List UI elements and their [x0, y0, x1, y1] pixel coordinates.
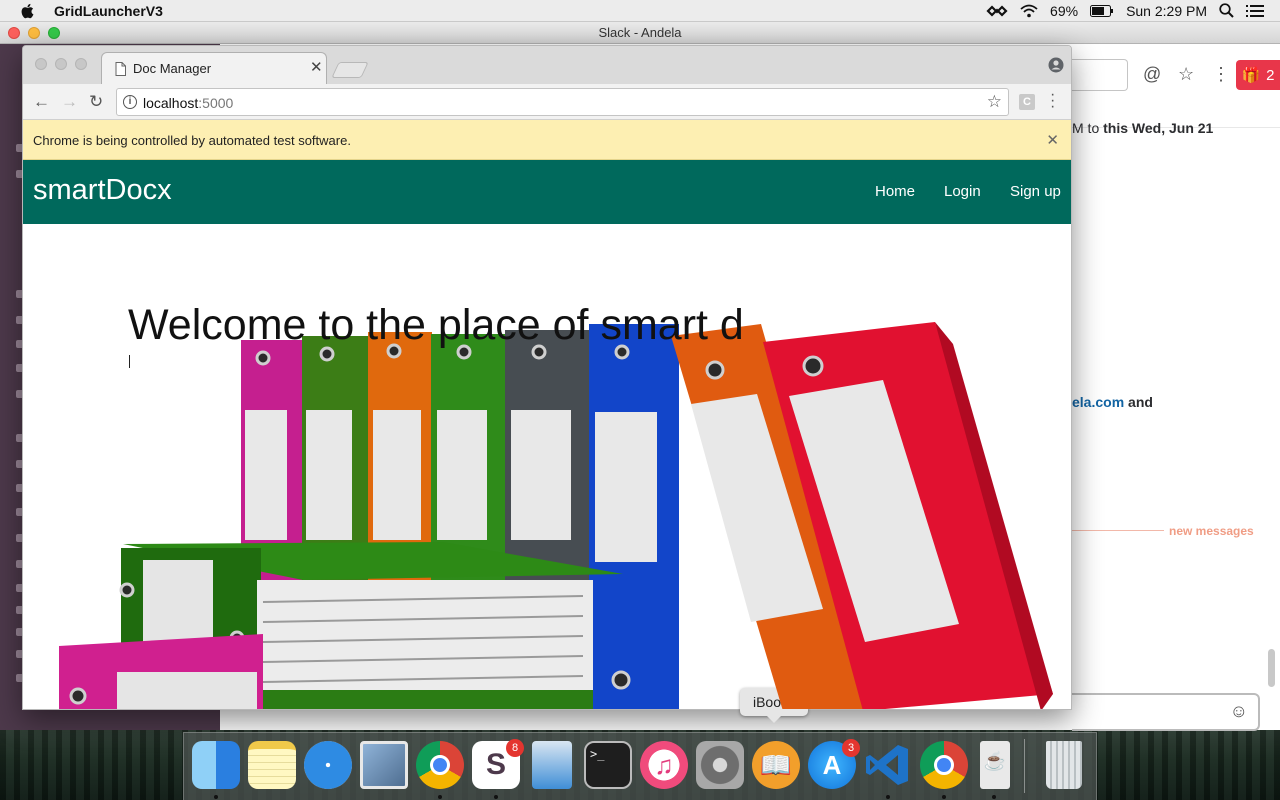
dock: S 8 >_ ♫ 📖 A 3 ☕	[183, 732, 1097, 800]
emoji-icon[interactable]: ☺	[1230, 701, 1248, 722]
message-text-prefix: M to	[1072, 120, 1100, 136]
message-link-text: ela.com and	[1072, 394, 1153, 410]
chrome-menu-icon[interactable]: · · ·	[1050, 87, 1055, 115]
nav-home-link[interactable]: Home	[875, 183, 915, 200]
app-navbar: smartDocx Home Login Sign up	[23, 160, 1071, 224]
gridlauncher-status-icon[interactable]	[986, 4, 1008, 18]
spotlight-search-icon[interactable]	[1219, 3, 1234, 18]
gift-count: 2	[1266, 66, 1275, 84]
hero-section: Welcome to the place of smart d	[23, 224, 1071, 709]
close-window-button[interactable]	[8, 27, 20, 39]
vscode-icon	[866, 745, 908, 785]
dock-running-indicator	[992, 795, 996, 799]
reload-icon[interactable]: ↻	[89, 92, 103, 112]
dock-notes-icon[interactable]	[248, 741, 296, 789]
url-port: :5000	[198, 95, 234, 111]
text-cursor	[129, 355, 130, 368]
nav-signup-link[interactable]: Sign up	[1010, 183, 1061, 200]
active-app-name[interactable]: GridLauncherV3	[54, 3, 163, 19]
minimize-window-button[interactable]	[28, 27, 40, 39]
message-input[interactable]: ☺	[1072, 693, 1260, 731]
new-tab-button[interactable]	[331, 62, 369, 78]
slack-search-input[interactable]	[1072, 59, 1128, 91]
back-icon[interactable]: ←	[33, 92, 50, 112]
wifi-icon[interactable]	[1020, 4, 1038, 18]
chrome-minimize-button[interactable]	[55, 58, 67, 70]
bookmark-star-icon[interactable]: ☆	[987, 92, 1002, 112]
dock-itunes-icon[interactable]: ♫	[640, 741, 688, 789]
chrome-close-button[interactable]	[35, 58, 47, 70]
dock-keynote-icon[interactable]	[532, 741, 572, 789]
browser-toolbar: ← → ↻ i localhost:5000 ☆ C · · ·	[23, 84, 1071, 120]
dock-running-indicator	[942, 795, 946, 799]
dock-java-icon[interactable]: ☕	[980, 741, 1010, 789]
hero-headline: Welcome to the place of smart d	[128, 301, 744, 349]
dock-ibooks-icon[interactable]: 📖	[752, 741, 800, 789]
new-messages-label: new messages	[1169, 524, 1254, 538]
slack-titlebar: Slack - Andela	[0, 22, 1280, 44]
menubar: GridLauncherV3 69% Sun 2:29 PM	[0, 0, 1280, 22]
tab-close-icon[interactable]: ✕	[310, 58, 323, 76]
page-icon	[115, 62, 126, 76]
forward-icon[interactable]: →	[61, 92, 78, 112]
profile-icon[interactable]	[1048, 57, 1064, 73]
message-text: M to this Wed, Jun 21	[1072, 120, 1213, 136]
gift-button[interactable]: 🎁 2	[1236, 60, 1280, 90]
infobar-close-icon[interactable]: ✕	[1046, 131, 1059, 149]
notification-center-icon[interactable]	[1246, 4, 1264, 18]
automation-infobar: Chrome is being controlled by automated …	[23, 120, 1071, 160]
slack-window-title: Slack - Andela	[598, 25, 682, 40]
more-options-icon[interactable]: ⋮	[1212, 64, 1230, 85]
mentions-icon[interactable]: @	[1143, 64, 1161, 85]
dock-safari-icon[interactable]	[304, 741, 352, 789]
gift-icon: 🎁	[1241, 67, 1261, 84]
binders-hero-image	[59, 322, 1053, 709]
chrome-icon-center	[934, 755, 954, 775]
chrome-zoom-button[interactable]	[75, 58, 87, 70]
dock-system-preferences-icon[interactable]	[696, 741, 744, 789]
chrome-icon-center	[430, 755, 450, 775]
apple-icon[interactable]	[20, 3, 34, 19]
brand-logo[interactable]: smartDocx	[33, 174, 172, 207]
tab-strip: Doc Manager ✕	[23, 46, 1071, 84]
chrome-window: Doc Manager ✕ ← → ↻ i localhost:5000 ☆ C…	[22, 45, 1072, 710]
dock-trash-icon[interactable]	[1046, 741, 1082, 789]
infobar-message: Chrome is being controlled by automated …	[33, 133, 351, 148]
star-icon[interactable]: ☆	[1178, 64, 1194, 85]
slack-badge: 8	[506, 739, 524, 757]
dock-vscode-icon[interactable]	[864, 741, 912, 789]
dock-running-indicator	[494, 795, 498, 799]
message-date: this Wed, Jun 21	[1103, 120, 1214, 136]
dock-running-indicator	[886, 795, 890, 799]
battery-icon[interactable]	[1090, 4, 1114, 17]
dock-preview-icon[interactable]	[360, 741, 408, 789]
nav-login-link[interactable]: Login	[944, 183, 981, 200]
extension-icon[interactable]: C	[1019, 94, 1035, 110]
dock-running-indicator	[438, 795, 442, 799]
message-link[interactable]: ela.com	[1072, 394, 1124, 410]
zoom-window-button[interactable]	[48, 27, 60, 39]
new-messages-divider	[1072, 530, 1164, 531]
message-link-suffix: and	[1128, 394, 1153, 410]
tab-title: Doc Manager	[133, 61, 212, 76]
site-info-icon[interactable]: i	[123, 95, 137, 109]
slack-scrollbar[interactable]	[1268, 649, 1275, 687]
dock-running-indicator	[214, 795, 218, 799]
app-store-badge: 3	[842, 739, 860, 757]
dock-terminal-icon[interactable]: >_	[584, 741, 632, 789]
address-bar-url: localhost:5000	[143, 95, 233, 111]
battery-percentage[interactable]: 69%	[1050, 3, 1078, 19]
url-host: localhost	[143, 95, 199, 111]
dock-separator	[1024, 739, 1025, 793]
dock-finder-icon[interactable]	[192, 741, 240, 789]
menubar-clock[interactable]: Sun 2:29 PM	[1126, 3, 1207, 19]
address-bar[interactable]: i localhost:5000 ☆	[116, 88, 1009, 116]
